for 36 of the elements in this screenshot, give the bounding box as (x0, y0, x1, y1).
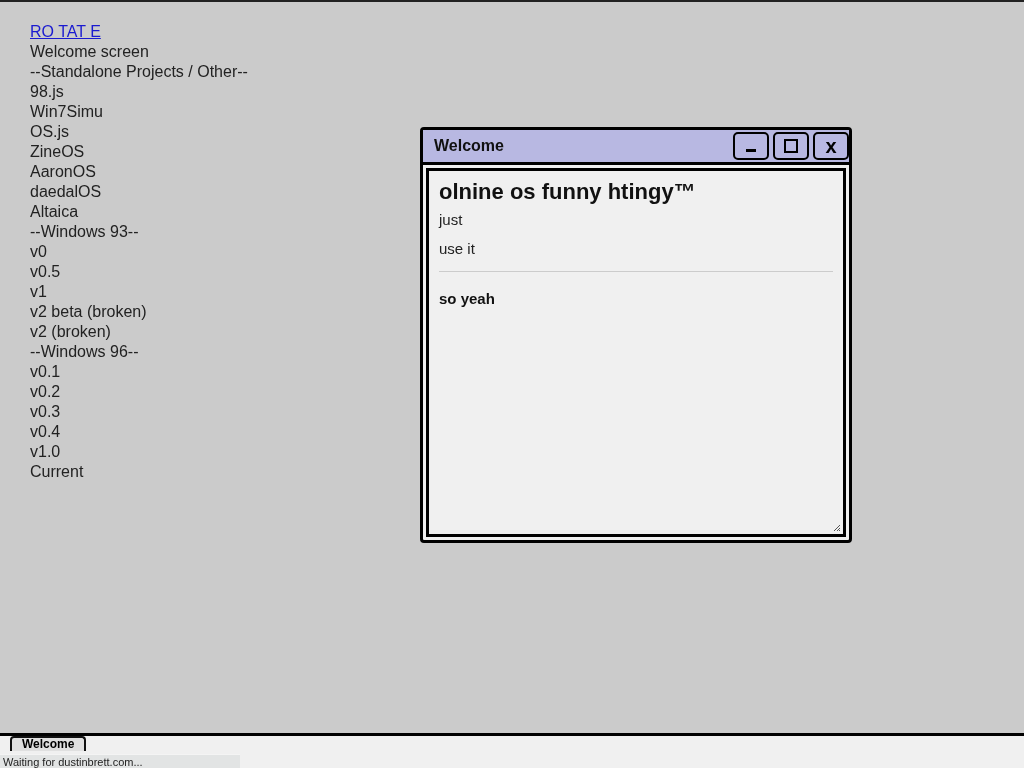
menu-item[interactable]: v1 (30, 283, 47, 300)
heading: olnine os funny htingy™ (439, 179, 697, 205)
menu-item[interactable]: v2 beta (broken) (30, 303, 147, 320)
status-tooltip: Waiting for dustinbrett.com... (0, 754, 240, 768)
menu-item[interactable]: Altaica (30, 203, 79, 220)
minimize-icon (746, 148, 756, 152)
paragraph: just (439, 211, 464, 228)
menu-item[interactable]: v0 (30, 243, 47, 260)
menu-item[interactable]: Win7Simu (30, 103, 103, 120)
paragraph: use it (439, 240, 476, 257)
window-title: Welcome (434, 137, 504, 155)
menu-item[interactable]: v2 (broken) (30, 323, 111, 340)
menu-item[interactable]: v0.5 (30, 263, 61, 280)
resize-grip-icon[interactable] (833, 524, 841, 532)
rotate-link[interactable]: RO TAT E (30, 23, 101, 40)
menu-item[interactable]: v0.4 (30, 423, 61, 440)
menu-item[interactable]: 98.js (30, 83, 64, 100)
menu-item[interactable]: v0.2 (30, 383, 61, 400)
menu-item[interactable]: Welcome screen (30, 43, 149, 60)
close-button[interactable]: x (813, 132, 849, 160)
menu-item[interactable]: OS.js (30, 123, 70, 140)
menu-item[interactable]: daedalOS (30, 183, 102, 200)
menu-item[interactable]: v0.1 (30, 363, 61, 380)
maximize-button[interactable] (773, 132, 809, 160)
menu-item[interactable]: --Windows 96-- (30, 343, 139, 360)
maximize-icon (784, 139, 798, 153)
menu-item[interactable]: ZineOS (30, 143, 85, 160)
footer-text: so yeah (439, 290, 496, 307)
menu-item[interactable]: Current (30, 463, 84, 480)
menu-item[interactable]: --Windows 93-- (30, 223, 139, 240)
menu-item[interactable]: v0.3 (30, 403, 61, 420)
minimize-button[interactable] (733, 132, 769, 160)
menu-item[interactable]: AaronOS (30, 163, 96, 180)
taskbar-button[interactable]: Welcome (10, 736, 87, 751)
menu-item[interactable]: --Standalone Projects / Other-- (30, 63, 248, 80)
menu-item[interactable]: v1.0 (30, 443, 61, 460)
